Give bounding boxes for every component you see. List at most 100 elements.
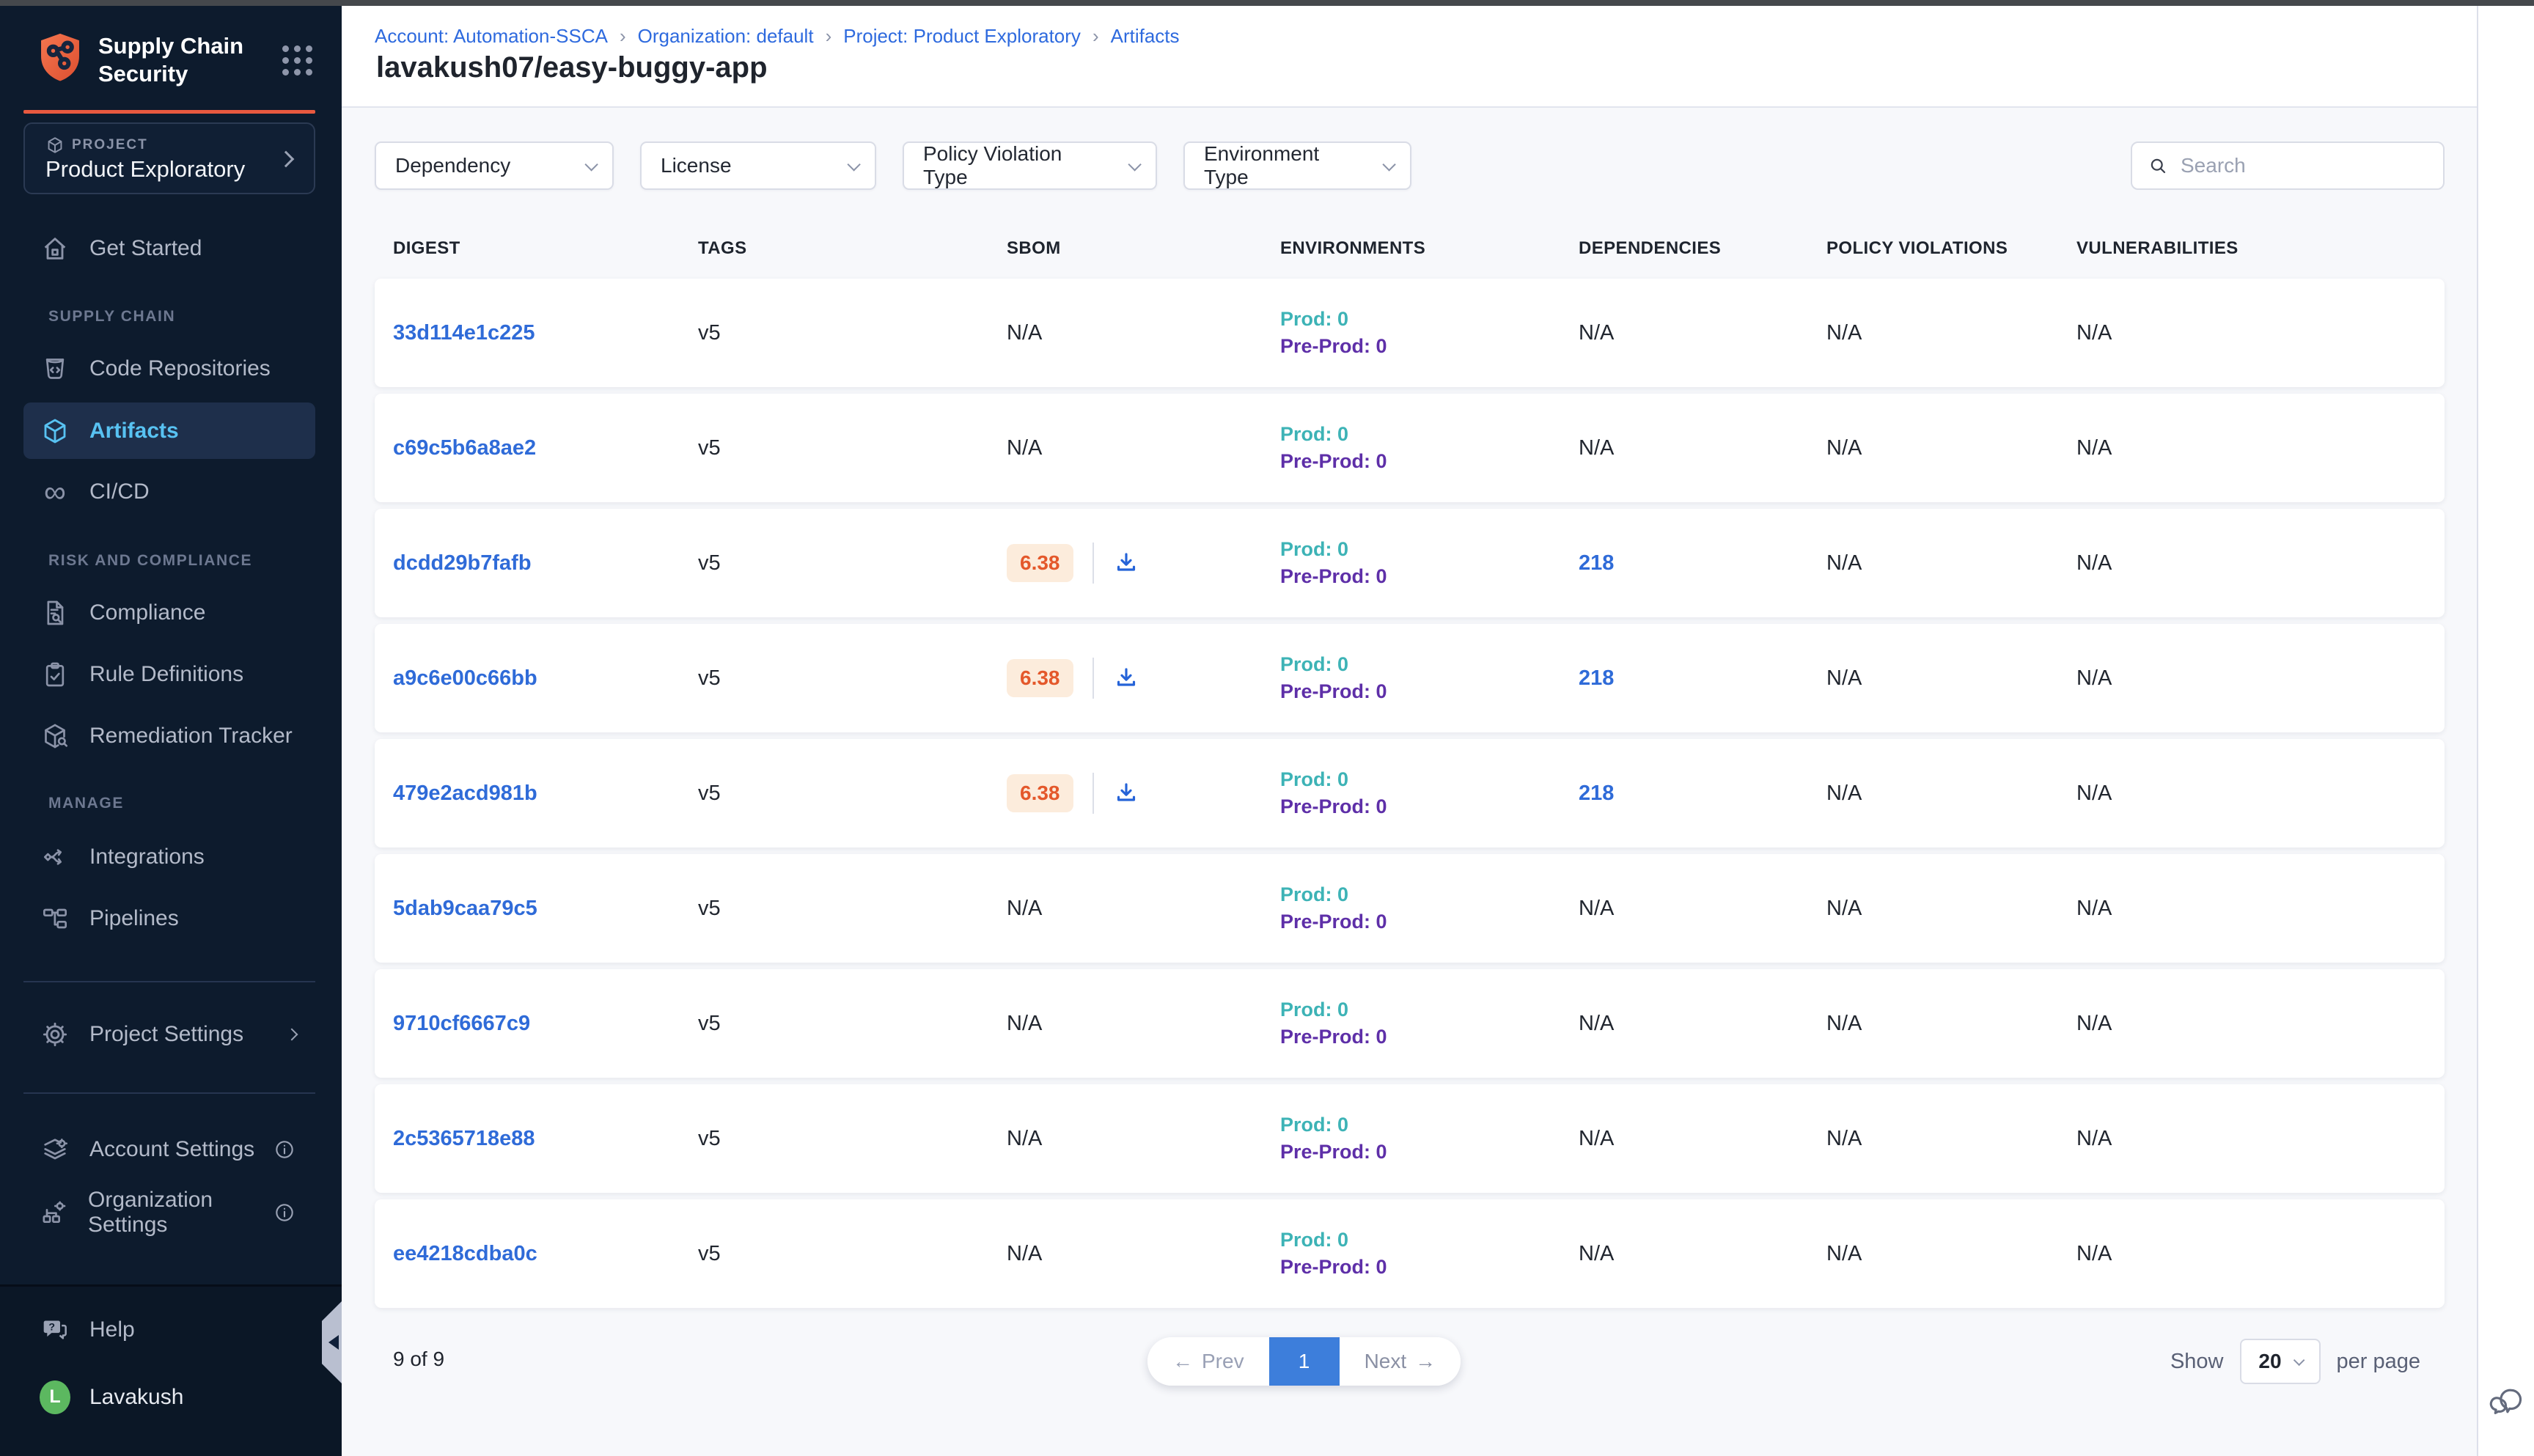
sidebar-item-cicd[interactable]: ∞ CI/CD (23, 463, 315, 520)
sidebar-item-rule-definitions[interactable]: Rule Definitions (23, 646, 315, 702)
dependencies-link[interactable]: 218 (1579, 666, 1826, 691)
table-row: 9710cf6667c9 v5 N/A Prod: 0 Pre-Prod: 0 (375, 969, 2445, 1078)
digest-link[interactable]: a9c6e00c66bb (393, 666, 537, 690)
section-heading-supply-chain: SUPPLY CHAIN (48, 308, 175, 326)
chevron-down-icon (584, 158, 598, 171)
sidebar-divider (23, 1092, 315, 1094)
pre-prod-count: Pre-Prod: 0 (1280, 908, 1579, 935)
table-row: a9c6e00c66bb v5 6.38 Prod: 0 Pre-Prod: 0 (375, 624, 2445, 732)
search-box (2131, 141, 2445, 190)
breadcrumb-organization[interactable]: Organization: default (638, 25, 814, 48)
environments-cell: Prod: 0 Pre-Prod: 0 (1280, 996, 1579, 1051)
environments-cell: Prod: 0 Pre-Prod: 0 (1280, 306, 1579, 360)
page-number-button[interactable]: 1 (1269, 1337, 1340, 1386)
prod-count: Prod: 0 (1280, 766, 1579, 793)
filter-license[interactable]: License (640, 141, 876, 190)
download-sbom-icon[interactable] (1113, 550, 1139, 576)
sidebar-item-compliance[interactable]: Compliance (23, 584, 315, 641)
sidebar-item-code-repositories[interactable]: Code Repositories (23, 340, 315, 397)
sidebar-item-account-settings[interactable]: Account Settings (23, 1121, 315, 1177)
user-menu[interactable]: L Lavakush (23, 1369, 315, 1425)
pre-prod-count: Pre-Prod: 0 (1280, 333, 1579, 360)
sidebar-item-integrations[interactable]: Integrations (23, 828, 315, 885)
digest-link[interactable]: 479e2acd981b (393, 782, 537, 805)
table-row: 33d114e1c225 v5 N/A Prod: 0 Pre-Prod: 0 (375, 279, 2445, 387)
filter-dependency[interactable]: Dependency (375, 141, 614, 190)
digest-link[interactable]: 9710cf6667c9 (393, 1012, 530, 1035)
breadcrumb-separator: › (620, 25, 626, 48)
sidebar-item-get-started[interactable]: Get Started (23, 220, 315, 276)
right-arrow-icon: → (1415, 1350, 1436, 1373)
infinity-icon: ∞ (40, 477, 70, 507)
sidebar-item-remediation-tracker[interactable]: Remediation Tracker (23, 707, 315, 764)
policy-violations-value: N/A (1826, 1012, 2076, 1036)
chevron-down-icon (2293, 1354, 2305, 1366)
tag-value: v5 (698, 321, 1007, 345)
pre-prod-count: Pre-Prod: 0 (1280, 1254, 1579, 1281)
download-sbom-icon[interactable] (1113, 780, 1139, 806)
sidebar-item-artifacts[interactable]: Artifacts (23, 402, 315, 459)
page-title: lavakush07/easy-buggy-app (376, 51, 768, 84)
main-content: Account: Automation-SSCA › Organization:… (342, 6, 2477, 1456)
digest-link[interactable]: dcdd29b7fafb (393, 551, 532, 575)
sidebar-divider (23, 981, 315, 982)
window-top-strip (0, 0, 2534, 6)
digest-link[interactable]: 5dab9caa79c5 (393, 897, 537, 920)
digest-link[interactable]: 2c5365718e88 (393, 1127, 535, 1150)
chevron-down-icon (847, 158, 860, 171)
dependencies-value: N/A (1579, 1242, 1826, 1266)
dependencies-link[interactable]: 218 (1579, 551, 1826, 576)
environments-cell: Prod: 0 Pre-Prod: 0 (1280, 766, 1579, 820)
tag-value: v5 (698, 1127, 1007, 1151)
project-selector[interactable]: PROJECT Product Exploratory (23, 122, 315, 194)
breadcrumb-artifacts[interactable]: Artifacts (1111, 25, 1180, 48)
prev-page-button[interactable]: ← Prev (1147, 1337, 1269, 1386)
sbom-value: N/A (1007, 321, 1042, 345)
chat-support-icon[interactable] (2487, 1383, 2527, 1422)
table-row: c69c5b6a8ae2 v5 N/A Prod: 0 Pre-Prod: 0 (375, 394, 2445, 502)
project-cube-icon (45, 136, 65, 155)
vulnerabilities-value: N/A (2076, 436, 2445, 460)
breadcrumb-project[interactable]: Project: Product Exploratory (843, 25, 1081, 48)
next-page-button[interactable]: Next → (1340, 1337, 1461, 1386)
digest-link[interactable]: c69c5b6a8ae2 (393, 436, 536, 460)
app-grid-icon[interactable] (282, 45, 312, 76)
account-layers-icon (40, 1134, 70, 1165)
section-heading-manage: MANAGE (48, 795, 124, 812)
digest-link[interactable]: 33d114e1c225 (393, 321, 535, 345)
chevron-right-icon (278, 151, 295, 168)
divider (1092, 658, 1094, 699)
prod-count: Prod: 0 (1280, 421, 1579, 448)
vulnerabilities-value: N/A (2076, 551, 2445, 576)
download-sbom-icon[interactable] (1113, 665, 1139, 691)
vulnerabilities-value: N/A (2076, 1127, 2445, 1151)
sidebar-item-organization-settings[interactable]: Organization Settings (23, 1184, 315, 1240)
search-input[interactable] (2181, 154, 2428, 177)
collapse-left-arrow-icon (328, 1335, 339, 1350)
environments-cell: Prod: 0 Pre-Prod: 0 (1280, 1227, 1579, 1281)
info-icon[interactable] (273, 1138, 296, 1161)
sidebar-item-pipelines[interactable]: Pipelines (23, 890, 315, 946)
compliance-document-icon (40, 598, 70, 628)
filter-policy-violation-type[interactable]: Policy Violation Type (903, 141, 1157, 190)
app-title: Supply Chain Security (98, 32, 243, 88)
page-size-select[interactable]: 20 (2240, 1339, 2321, 1384)
pre-prod-count: Pre-Prod: 0 (1280, 448, 1579, 475)
sbom-value: N/A (1007, 1012, 1042, 1035)
policy-violations-value: N/A (1826, 551, 2076, 576)
vulnerabilities-value: N/A (2076, 1242, 2445, 1266)
environments-cell: Prod: 0 Pre-Prod: 0 (1280, 881, 1579, 935)
filter-environment-type[interactable]: Environment Type (1183, 141, 1411, 190)
gear-icon (40, 1019, 70, 1050)
vulnerabilities-value: N/A (2076, 782, 2445, 806)
pre-prod-count: Pre-Prod: 0 (1280, 793, 1579, 820)
sidebar-item-project-settings[interactable]: Project Settings (23, 1006, 315, 1062)
breadcrumb-account[interactable]: Account: Automation-SSCA (375, 25, 608, 48)
dependencies-link[interactable]: 218 (1579, 782, 1826, 806)
info-icon[interactable] (273, 1201, 296, 1224)
help-button[interactable]: ? Help (23, 1301, 315, 1358)
sbom-score-badge: 6.38 (1007, 774, 1073, 812)
digest-link[interactable]: ee4218cdba0c (393, 1242, 537, 1265)
policy-violations-value: N/A (1826, 666, 2076, 691)
home-icon (40, 233, 70, 264)
